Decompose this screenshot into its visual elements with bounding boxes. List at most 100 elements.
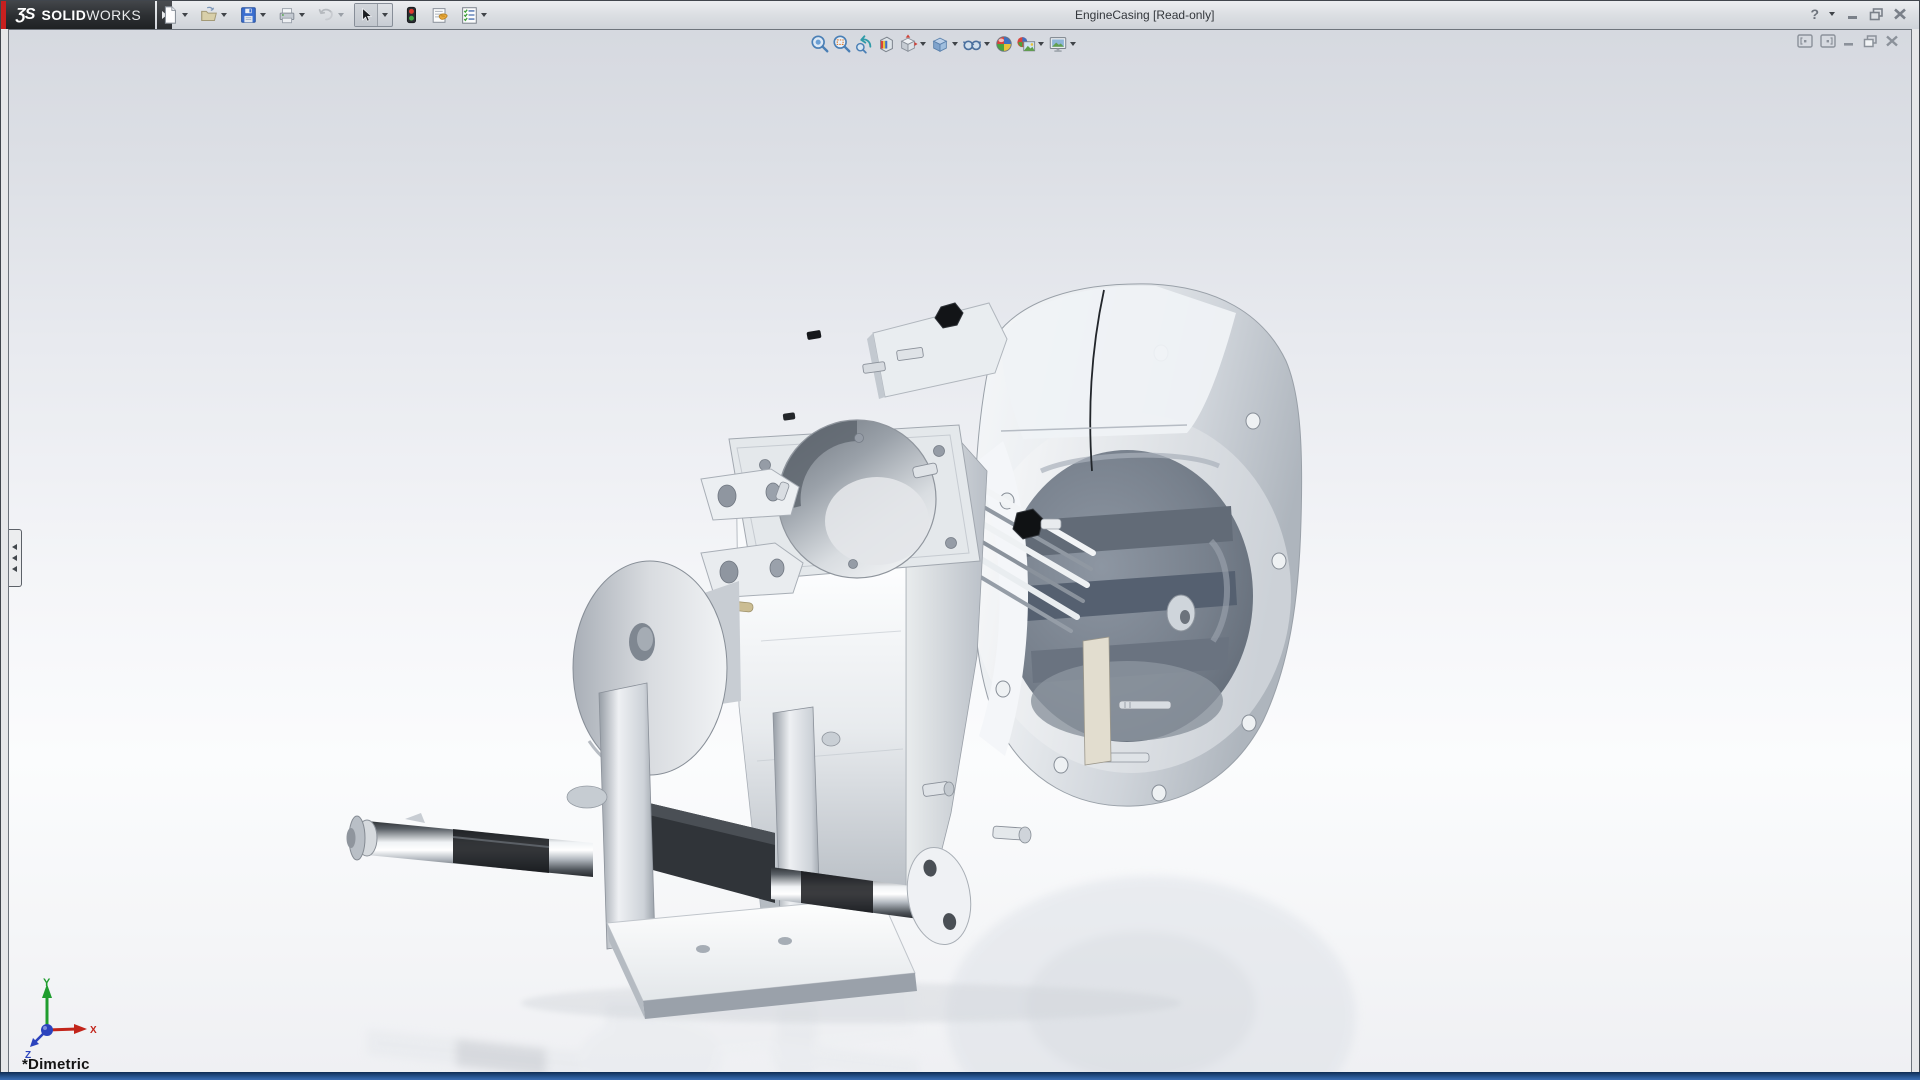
doc-minimize-button[interactable]	[1843, 35, 1856, 47]
ds-logo-glyph: ƷS	[16, 6, 34, 24]
solidworks-logo: ƷS SOLIDWORKS	[6, 1, 155, 29]
zoom-to-area-icon	[832, 34, 852, 54]
edit-appearance-button[interactable]	[993, 33, 1015, 55]
window-frame-left	[1, 29, 8, 1072]
left-pane-toggle-button[interactable]	[1797, 34, 1813, 48]
solidworks-wordmark: SOLIDWORKS	[41, 7, 141, 23]
restore-button[interactable]	[1869, 8, 1884, 21]
view-orientation-dropdown[interactable]	[920, 42, 926, 46]
solidworks-brand: ƷS SOLIDWORKS	[1, 1, 172, 29]
housing	[971, 284, 1302, 806]
window-frame-bottom	[0, 1072, 1920, 1080]
help-button[interactable]: ?	[1810, 6, 1819, 22]
window-title: EngineCasing [Read-only]	[1075, 8, 1214, 22]
view-orientation-label: *Dimetric	[22, 1056, 90, 1072]
previous-view-button[interactable]	[853, 33, 875, 55]
zoom-to-area-button[interactable]	[831, 33, 853, 55]
print-button[interactable]	[276, 4, 298, 26]
zoom-to-fit-button[interactable]	[809, 33, 831, 55]
stand-assembly	[567, 683, 917, 1019]
hide-show-items-icon	[962, 34, 982, 54]
previous-view-icon	[854, 34, 874, 54]
open-dropdown[interactable]	[221, 13, 227, 17]
apply-scene-button[interactable]	[1015, 33, 1037, 55]
rebuild-traffic-light-icon	[401, 5, 421, 25]
apply-scene-dropdown[interactable]	[1038, 42, 1044, 46]
save-icon	[238, 5, 258, 25]
document-window-controls	[1797, 34, 1899, 48]
file-properties-button[interactable]	[429, 4, 451, 26]
rebuild-button[interactable]	[400, 4, 422, 26]
display-style-button[interactable]	[929, 33, 951, 55]
top-bracket	[783, 303, 1007, 421]
main-toolbar	[159, 3, 497, 27]
new-document-icon	[160, 5, 180, 25]
triad-x-label: X	[90, 1025, 97, 1036]
print-dropdown[interactable]	[299, 13, 305, 17]
display-style-dropdown[interactable]	[952, 42, 958, 46]
view-settings-dropdown[interactable]	[1070, 42, 1076, 46]
doc-restore-icon	[1863, 35, 1878, 48]
collapse-arrow-icon	[12, 555, 17, 561]
window-frame-right	[1912, 29, 1919, 1072]
bolts	[775, 463, 1061, 843]
collapse-arrow-icon	[12, 544, 17, 550]
right-pane-toggle-icon	[1820, 34, 1836, 48]
select-tool-button[interactable]	[355, 4, 378, 26]
right-shaft	[771, 732, 978, 950]
section-view-icon	[876, 34, 896, 54]
zoom-to-fit-icon	[810, 34, 830, 54]
engine-casing-3d-model	[8, 29, 1912, 1072]
hide-show-items-dropdown[interactable]	[984, 42, 990, 46]
triad-y-label: Y	[43, 977, 51, 989]
minimize-button[interactable]	[1847, 8, 1860, 20]
undo-icon	[316, 5, 336, 25]
options-dropdown[interactable]	[481, 13, 487, 17]
doc-close-icon	[1885, 35, 1899, 47]
open-icon	[199, 5, 219, 25]
reference-triad: Y X Z	[17, 974, 107, 1060]
flywheel-disc	[573, 561, 741, 775]
select-icon	[357, 6, 375, 24]
new-document-button[interactable]	[159, 4, 181, 26]
solidworks-window: { "title_bar": { "brand_glyph": "ƷS", "b…	[0, 0, 1920, 1080]
feature-manager-collapsed-tab[interactable]	[8, 529, 22, 587]
view-settings-button[interactable]	[1047, 33, 1069, 55]
undo-button[interactable]	[315, 4, 337, 26]
help-icon: ?	[1810, 6, 1819, 22]
title-bar: ƷS SOLIDWORKS	[1, 1, 1919, 30]
view-orientation-icon	[898, 34, 918, 54]
view-settings-icon	[1048, 34, 1068, 54]
print-icon	[277, 5, 297, 25]
section-view-button[interactable]	[875, 33, 897, 55]
save-dropdown[interactable]	[260, 13, 266, 17]
right-pane-toggle-button[interactable]	[1820, 34, 1836, 48]
graphics-viewport[interactable]: Y X Z *Dimetric	[8, 29, 1912, 1072]
save-button[interactable]	[237, 4, 259, 26]
undo-dropdown[interactable]	[338, 13, 344, 17]
options-button[interactable]	[458, 4, 480, 26]
new-document-dropdown[interactable]	[182, 13, 188, 17]
edit-appearance-icon	[994, 34, 1014, 54]
close-icon	[1893, 8, 1907, 20]
display-style-icon	[930, 34, 950, 54]
hide-show-items-button[interactable]	[961, 33, 983, 55]
collapse-arrow-icon	[12, 566, 17, 572]
options-icon	[459, 5, 479, 25]
minimize-icon	[1847, 8, 1860, 20]
doc-close-button[interactable]	[1885, 35, 1899, 47]
apply-scene-icon	[1016, 34, 1036, 54]
restore-icon	[1869, 8, 1884, 21]
select-tool-dropdown[interactable]	[382, 13, 388, 17]
view-orientation-button[interactable]	[897, 33, 919, 55]
open-button[interactable]	[198, 4, 220, 26]
window-controls: ?	[1810, 6, 1907, 22]
file-properties-icon	[430, 5, 450, 25]
doc-minimize-icon	[1843, 35, 1856, 47]
close-button[interactable]	[1893, 8, 1907, 20]
help-dropdown[interactable]	[1829, 12, 1835, 16]
left-brackets	[701, 469, 803, 612]
heads-up-view-toolbar	[809, 33, 1079, 55]
left-pane-toggle-icon	[1797, 34, 1813, 48]
doc-restore-button[interactable]	[1863, 35, 1878, 48]
